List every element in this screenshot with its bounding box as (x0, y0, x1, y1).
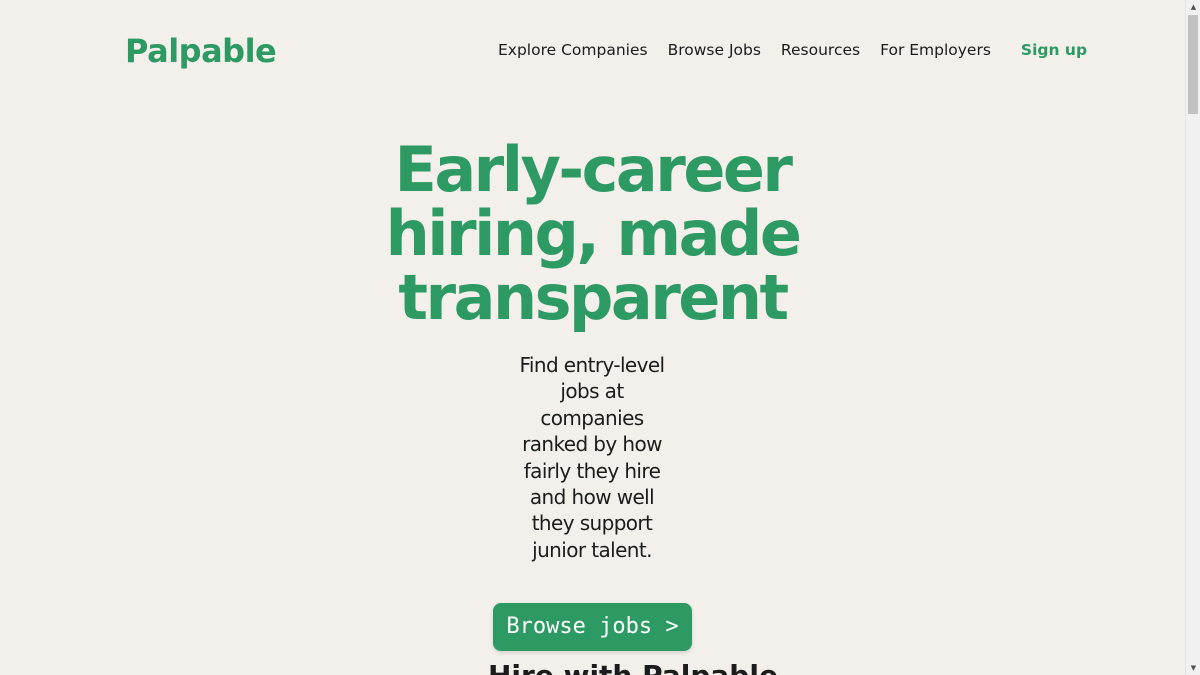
triangle-down-icon[interactable]: ▼ (1186, 661, 1200, 675)
hero-subtitle: Find entry-level jobs at companies ranke… (519, 353, 665, 562)
logo[interactable]: Palpable (125, 31, 277, 71)
triangle-up-icon[interactable]: ▲ (1186, 0, 1200, 14)
section-heading: Hire with Palpable (488, 660, 778, 675)
signup-link[interactable]: Sign up (1021, 38, 1087, 62)
nav-item-browse-jobs[interactable]: Browse Jobs (668, 38, 761, 62)
vertical-scrollbar[interactable]: ▲ ▼ (1185, 0, 1200, 675)
scrollbar-thumb[interactable] (1188, 15, 1198, 114)
hero-title: Early-career hiring, made transparent (385, 133, 802, 334)
nav-item-resources[interactable]: Resources (781, 38, 860, 62)
browse-jobs-button[interactable]: Browse jobs > (493, 603, 692, 651)
top-nav: Explore Companies Browse Jobs Resources … (498, 38, 1087, 62)
nav-item-explore-companies[interactable]: Explore Companies (498, 38, 648, 62)
nav-item-for-employers[interactable]: For Employers (880, 38, 991, 62)
page: Palpable Explore Companies Browse Jobs R… (0, 0, 1185, 675)
